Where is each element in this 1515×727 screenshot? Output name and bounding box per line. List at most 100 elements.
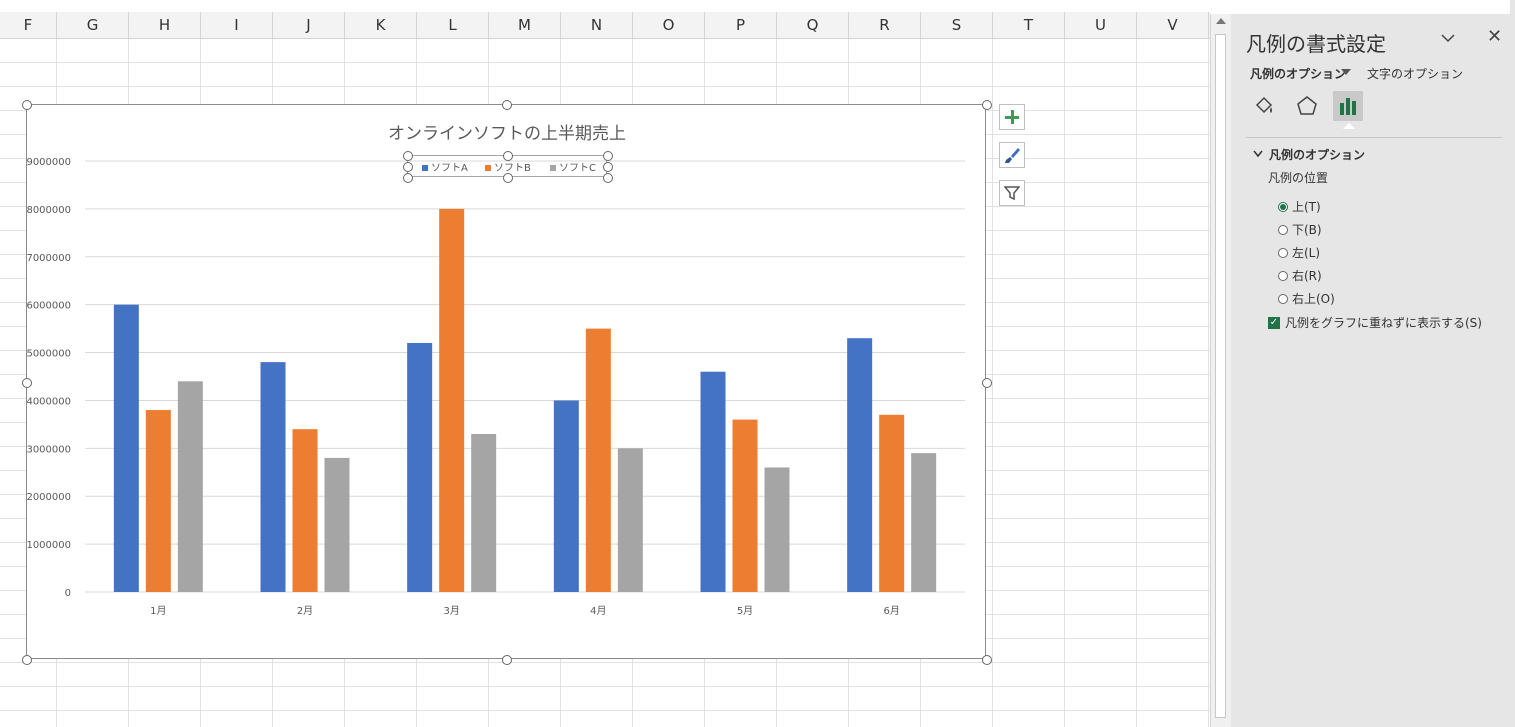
chart-styles-button[interactable] [999, 142, 1025, 168]
radio-button[interactable] [1278, 270, 1288, 281]
y-tick-label: 3000000 [27, 444, 71, 455]
close-icon[interactable]: ✕ [1487, 26, 1502, 47]
bar [145, 410, 171, 592]
pane-title: 凡例の書式設定 [1246, 32, 1386, 56]
y-tick-label: 8000000 [27, 205, 71, 216]
radio-button[interactable] [1278, 293, 1288, 304]
radio-position-top-right[interactable]: 右上(O) [1278, 290, 1335, 307]
gridline [0, 662, 1210, 663]
bar [439, 208, 465, 592]
radio-button[interactable] [1278, 201, 1288, 212]
legend-entry[interactable]: ソフトA [422, 159, 468, 174]
gridline [1064, 39, 1065, 727]
resize-handle[interactable] [502, 655, 512, 665]
checkbox[interactable]: ✓ [1268, 316, 1280, 329]
bar-chart-icon [1340, 98, 1356, 115]
radio-button[interactable] [1278, 224, 1288, 235]
legend-label: ソフトB [494, 163, 531, 174]
legend-entry[interactable]: ソフトB [485, 159, 531, 174]
y-tick-label: 9000000 [27, 157, 71, 168]
resize-handle[interactable] [22, 655, 32, 665]
column-header-I[interactable]: I [201, 12, 273, 38]
x-tick-label: 2月 [297, 605, 313, 617]
vertical-scrollbar[interactable] [1210, 14, 1231, 727]
resize-handle[interactable] [982, 377, 992, 388]
resize-handle[interactable] [982, 655, 992, 665]
column-header-H[interactable]: H [129, 12, 201, 38]
radio-position-top[interactable]: 上(T) [1278, 198, 1321, 215]
chart-title[interactable]: オンラインソフトの上半期売上 [27, 119, 987, 144]
radio-position-bottom[interactable]: 下(B) [1278, 221, 1322, 238]
resize-handle[interactable] [22, 377, 32, 388]
radio-position-left[interactable]: 左(L) [1278, 244, 1320, 261]
divider [1246, 137, 1502, 138]
legend-resize-handle[interactable] [403, 162, 413, 172]
legend-resize-handle[interactable] [403, 173, 413, 183]
gridline [992, 39, 993, 727]
resize-handle[interactable] [502, 100, 512, 110]
column-header-S[interactable]: S [921, 12, 993, 38]
column-header-J[interactable]: J [273, 12, 345, 38]
column-header-L[interactable]: L [417, 12, 489, 38]
gridline [0, 86, 1210, 87]
legend-resize-handle[interactable] [403, 151, 413, 161]
chart-elements-button[interactable] [999, 104, 1025, 130]
y-tick-label: 4000000 [27, 396, 71, 407]
column-header-V[interactable]: V [1137, 12, 1209, 38]
effects-tool[interactable] [1292, 91, 1322, 121]
gridline [1208, 39, 1209, 727]
chart-legend[interactable]: ソフトA ソフトB ソフトC [403, 151, 613, 183]
column-header-N[interactable]: N [561, 12, 633, 38]
x-tick-label: 3月 [443, 605, 459, 617]
toolbar-strip [0, 0, 1210, 12]
chart-area[interactable]: 0 1000000 2000000 3000000 4000000 5000000 6000… [22, 100, 992, 665]
resize-handle[interactable] [22, 100, 32, 110]
radio-label: 右(R) [1292, 269, 1322, 283]
tab-text-options[interactable]: 文字のオプション [1367, 65, 1463, 82]
y-tick-label: 1000000 [27, 540, 71, 551]
column-header-P[interactable]: P [705, 12, 777, 38]
column-header-K[interactable]: K [345, 12, 417, 38]
scroll-up-arrow-icon[interactable] [1216, 18, 1226, 24]
dropdown-arrow-icon[interactable] [1341, 69, 1351, 75]
column-header-G[interactable]: G [57, 12, 129, 38]
legend-resize-handle[interactable] [503, 151, 513, 161]
bar [471, 433, 497, 592]
column-header-M[interactable]: M [489, 12, 561, 38]
bar [113, 304, 139, 592]
legend-resize-handle[interactable] [603, 151, 613, 161]
bar [617, 448, 643, 592]
column-header-T[interactable]: T [993, 12, 1065, 38]
radio-button[interactable] [1278, 247, 1288, 258]
bar [177, 381, 203, 592]
bar [585, 328, 611, 592]
radio-position-right[interactable]: 右(R) [1278, 267, 1322, 284]
section-legend-options[interactable]: 凡例のオプション [1269, 146, 1365, 163]
worksheet[interactable]: FGHIJKLMNOPQRSTUV 0 1000000 2000000 3000000… [0, 0, 1210, 727]
chart-filters-button[interactable] [999, 180, 1025, 206]
chevron-down-icon[interactable] [1441, 28, 1455, 47]
bar [847, 338, 873, 592]
y-tick-label: 0 [65, 588, 71, 599]
column-header-Q[interactable]: Q [777, 12, 849, 38]
legend-resize-handle[interactable] [503, 173, 513, 183]
column-header-R[interactable]: R [849, 12, 921, 38]
legend-resize-handle[interactable] [603, 173, 613, 183]
legend-options-tool[interactable] [1333, 91, 1363, 121]
pentagon-icon [1297, 96, 1317, 115]
radio-label: 下(B) [1292, 223, 1322, 237]
column-header-O[interactable]: O [633, 12, 705, 38]
column-header-F[interactable]: F [0, 12, 57, 38]
legend-entry[interactable]: ソフトC [550, 159, 596, 174]
bar [292, 429, 318, 592]
format-legend-pane: 凡例の書式設定 ✕ 凡例のオプション 文字のオプション 凡例のオプション 凡例の… [1231, 14, 1515, 727]
fill-line-tool[interactable] [1249, 91, 1279, 121]
tab-legend-options[interactable]: 凡例のオプション [1250, 65, 1346, 82]
legend-resize-handle[interactable] [603, 162, 613, 172]
scroll-thumb[interactable] [1215, 34, 1226, 718]
chevron-down-icon[interactable] [1253, 148, 1263, 161]
overlap-checkbox-row[interactable]: ✓ 凡例をグラフに重ねずに表示する(S) [1268, 314, 1482, 331]
resize-handle[interactable] [982, 100, 992, 110]
column-header-U[interactable]: U [1065, 12, 1137, 38]
checkbox-label: 凡例をグラフに重ねずに表示する(S) [1285, 316, 1482, 330]
